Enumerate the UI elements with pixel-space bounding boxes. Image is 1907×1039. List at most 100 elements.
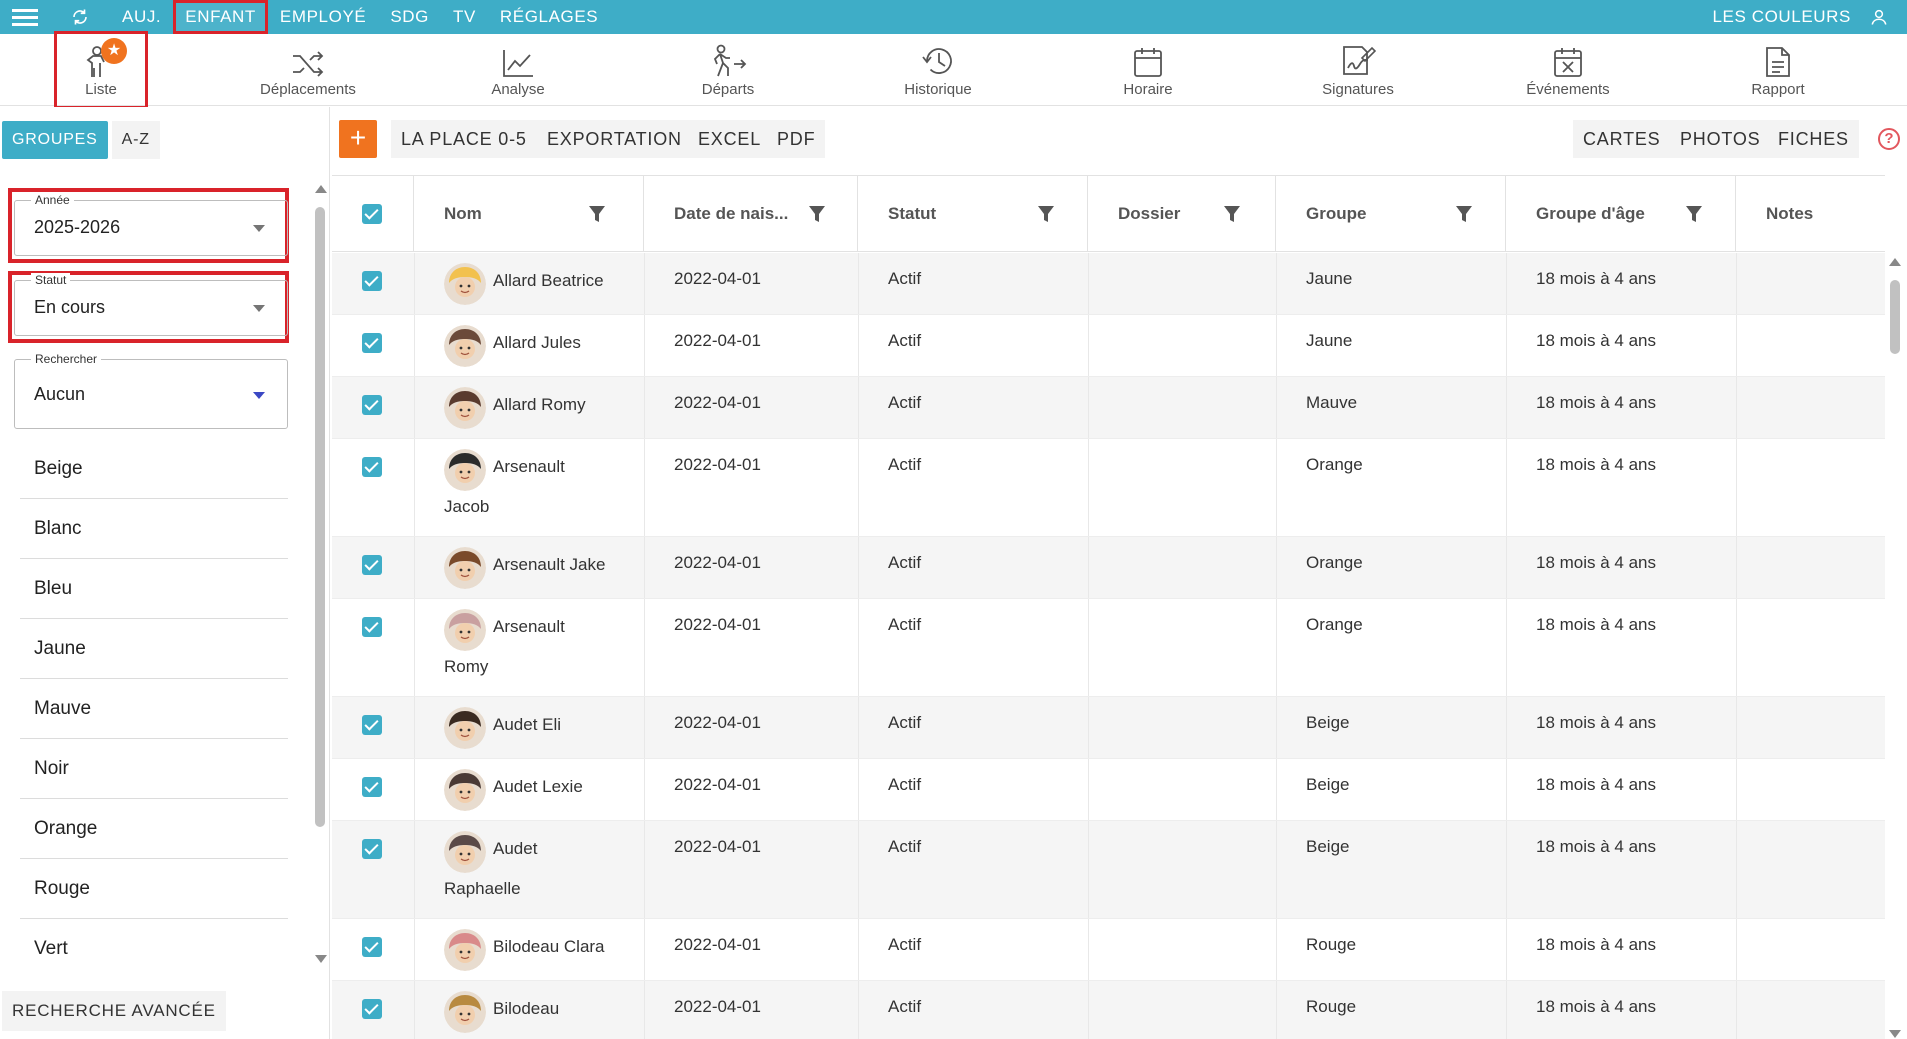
table-row[interactable]: Bilodeau 2022-04-01 Actif Rouge 18 mois à 4 … (332, 981, 1885, 1039)
module-evenements[interactable]: Événements (1498, 42, 1638, 100)
group-item[interactable]: Orange (20, 799, 288, 859)
table-row[interactable]: Audet Raphaelle 2022-04-01 Actif Beige 18 moi… (332, 821, 1885, 919)
row-checkbox[interactable] (362, 271, 382, 291)
module-analyse[interactable]: Analyse (448, 42, 588, 100)
row-checkbox[interactable] (362, 777, 382, 797)
col-nom[interactable]: Nom (414, 176, 644, 252)
scroll-down-icon[interactable] (315, 955, 327, 963)
tab-az[interactable]: A-Z (111, 121, 160, 159)
nav-employe[interactable]: EMPLOYÉ (268, 0, 378, 34)
col-groupe[interactable]: Groupe (1276, 176, 1506, 252)
col-notes[interactable]: Notes (1736, 176, 1885, 252)
help-icon[interactable]: ? (1878, 128, 1900, 150)
table-row[interactable]: Audet Eli 2022-04-01 Actif Beige 18 mois à 4… (332, 697, 1885, 759)
excel-button[interactable]: EXCEL (688, 120, 772, 158)
scroll-down-icon[interactable] (1889, 1030, 1901, 1038)
table-row[interactable]: Audet Lexie 2022-04-01 Actif Beige 18 mois à… (332, 759, 1885, 821)
child-name[interactable]: Bilodeau (493, 999, 559, 1019)
group-item[interactable]: Blanc (20, 499, 288, 559)
daycare-name[interactable]: LES COULEURS (1712, 7, 1851, 27)
module-deplacements[interactable]: Déplacements (238, 42, 378, 100)
filter-icon[interactable] (1224, 205, 1240, 223)
filter-icon[interactable] (809, 205, 825, 223)
row-checkbox[interactable] (362, 715, 382, 735)
group-item[interactable]: Jaune (20, 619, 288, 679)
child-name[interactable]: Audet Lexie (493, 777, 583, 797)
filter-icon[interactable] (1686, 205, 1702, 223)
child-name[interactable]: Audet (493, 839, 537, 859)
child-name[interactable]: Allard Jules (493, 333, 581, 353)
module-departs[interactable]: Départs (658, 42, 798, 100)
pdf-button[interactable]: PDF (767, 120, 826, 158)
table-scrollbar[interactable] (1887, 258, 1903, 1038)
filter-icon[interactable] (1456, 205, 1472, 223)
module-rapport[interactable]: Rapport (1708, 42, 1848, 100)
add-button[interactable]: + (339, 120, 377, 158)
table-row[interactable]: Arsenault Jacob 2022-04-01 Actif Orange 18 mo… (332, 439, 1885, 537)
child-name[interactable]: Arsenault (493, 457, 565, 477)
module-signatures[interactable]: Signatures (1288, 42, 1428, 100)
sidebar-scrollbar[interactable] (313, 185, 327, 963)
advanced-search-button[interactable]: RECHERCHE AVANCÉE (2, 991, 226, 1031)
table-row[interactable]: Arsenault Jake 2022-04-01 Actif Orange 18 mo… (332, 537, 1885, 599)
group-item[interactable]: Rouge (20, 859, 288, 919)
group-item[interactable]: Mauve (20, 679, 288, 739)
child-name[interactable]: Allard Beatrice (493, 271, 604, 291)
module-liste[interactable]: ★ Liste (54, 31, 148, 109)
scrollbar-thumb[interactable] (315, 207, 325, 827)
child-name-continued[interactable]: Jacob (444, 497, 489, 517)
nav-reglages[interactable]: RÉGLAGES (488, 0, 610, 34)
fiches-button[interactable]: FICHES (1768, 120, 1859, 158)
child-name[interactable]: Audet Eli (493, 715, 561, 735)
row-checkbox[interactable] (362, 395, 382, 415)
child-name-continued[interactable]: Romy (444, 657, 488, 677)
scrollbar-thumb[interactable] (1890, 280, 1900, 354)
nav-enfant[interactable]: ENFANT (173, 0, 268, 34)
table-row[interactable]: Allard Romy 2022-04-01 Actif Mauve 18 mois à… (332, 377, 1885, 439)
row-checkbox[interactable] (362, 999, 382, 1019)
group-item[interactable]: Bleu (20, 559, 288, 619)
child-name[interactable]: Arsenault (493, 617, 565, 637)
cartes-button[interactable]: CARTES (1573, 120, 1671, 158)
refresh-icon[interactable] (50, 0, 110, 34)
col-statut[interactable]: Statut (858, 176, 1088, 252)
table-row[interactable]: Allard Jules 2022-04-01 Actif Jaune 18 mois … (332, 315, 1885, 377)
group-item[interactable]: Beige (20, 439, 288, 499)
row-checkbox[interactable] (362, 937, 382, 957)
user-icon[interactable] (1851, 0, 1907, 34)
status-select[interactable]: Statut En cours (14, 273, 288, 336)
photos-button[interactable]: PHOTOS (1670, 120, 1771, 158)
col-date-naissance[interactable]: Date de nais... (644, 176, 858, 252)
nav-sdg[interactable]: SDG (378, 0, 441, 34)
group-item[interactable]: Noir (20, 739, 288, 799)
child-name[interactable]: Bilodeau Clara (493, 937, 605, 957)
row-checkbox[interactable] (362, 555, 382, 575)
col-dossier[interactable]: Dossier (1088, 176, 1276, 252)
filter-icon[interactable] (589, 205, 605, 223)
filter-icon[interactable] (1038, 205, 1054, 223)
module-historique[interactable]: Historique (868, 42, 1008, 100)
table-row[interactable]: Bilodeau Clara 2022-04-01 Actif Rouge 18 moi… (332, 919, 1885, 981)
exportation-button[interactable]: EXPORTATION (537, 120, 692, 158)
select-all-checkbox[interactable] (362, 204, 382, 224)
search-select[interactable]: Rechercher Aucun (14, 352, 288, 429)
table-row[interactable]: Arsenault Romy 2022-04-01 Actif Orange 18 moi… (332, 599, 1885, 697)
row-checkbox[interactable] (362, 457, 382, 477)
row-checkbox[interactable] (362, 617, 382, 637)
module-horaire[interactable]: Horaire (1078, 42, 1218, 100)
table-row[interactable]: Allard Beatrice 2022-04-01 Actif Jaune 18 mo… (332, 253, 1885, 315)
year-select[interactable]: Année 2025-2026 (14, 193, 288, 256)
nav-auj[interactable]: AUJ. (110, 0, 173, 34)
tab-groupes[interactable]: GROUPES (2, 121, 108, 159)
col-groupe-age[interactable]: Groupe d'âge (1506, 176, 1736, 252)
la-place-button[interactable]: LA PLACE 0-5 (391, 120, 537, 158)
child-name[interactable]: Arsenault Jake (493, 555, 605, 575)
scroll-up-icon[interactable] (315, 185, 327, 193)
child-name-continued[interactable]: Raphaelle (444, 879, 521, 899)
scroll-up-icon[interactable] (1889, 258, 1901, 266)
row-checkbox[interactable] (362, 333, 382, 353)
nav-tv[interactable]: TV (441, 0, 488, 34)
menu-icon[interactable] (0, 0, 50, 34)
row-checkbox[interactable] (362, 839, 382, 859)
child-name[interactable]: Allard Romy (493, 395, 586, 415)
